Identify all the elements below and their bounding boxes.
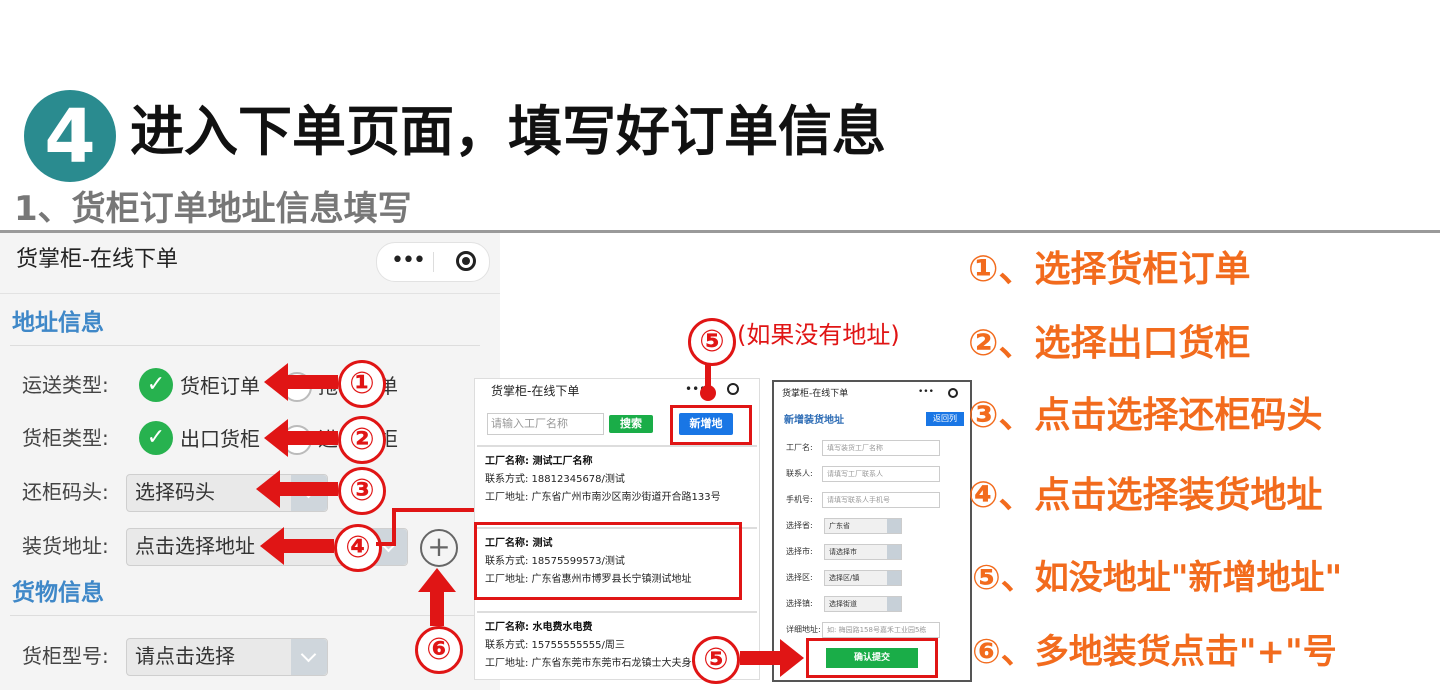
instruction-3: ③、点击选择还柜码头 bbox=[968, 395, 1323, 436]
title-bar-divider bbox=[0, 293, 500, 294]
contact-label: 联系人: bbox=[786, 469, 813, 478]
address-section-title: 地址信息 bbox=[12, 310, 104, 336]
container-model-select[interactable]: 请点击选择 bbox=[126, 638, 328, 676]
district-label: 选择区: bbox=[786, 573, 813, 582]
connector-line bbox=[392, 508, 396, 546]
container-model-label: 货柜型号: bbox=[22, 644, 109, 668]
container-model-value: 请点击选择 bbox=[135, 644, 235, 668]
phone-app-title: 货掌柜-在线下单 bbox=[16, 247, 178, 272]
container-type-export[interactable]: 出口货柜 bbox=[180, 425, 260, 453]
marker-5-bottom: ⑤ bbox=[692, 636, 740, 684]
check-icon[interactable]: ✓ bbox=[139, 421, 173, 455]
city-label: 选择市: bbox=[786, 547, 813, 556]
step-number-badge: 4 bbox=[24, 90, 116, 182]
section-divider bbox=[10, 615, 480, 616]
close-target-icon[interactable] bbox=[948, 388, 958, 398]
instruction-1: ①、选择货柜订单 bbox=[968, 249, 1251, 290]
arrow-left-icon bbox=[264, 419, 338, 457]
more-icon[interactable]: ••• bbox=[391, 247, 426, 275]
marker-3: ③ bbox=[338, 467, 386, 515]
factory-name: 工厂名称: 水电费水电费 bbox=[485, 622, 593, 633]
transport-type-label: 运送类型: bbox=[22, 373, 109, 397]
phone-input[interactable]: 请填写联系人手机号 bbox=[822, 492, 940, 508]
page-title: 进入下单页面，填写好订单信息 bbox=[130, 100, 886, 163]
section-divider bbox=[10, 345, 480, 346]
marker-5: ⑤ bbox=[688, 318, 736, 366]
section-subtitle: 1、货柜订单地址信息填写 bbox=[14, 189, 412, 229]
marker-2: ② bbox=[338, 416, 386, 464]
arrow-left-icon bbox=[256, 470, 338, 508]
capsule-divider bbox=[433, 252, 434, 272]
district-select[interactable]: 选择区/镇 bbox=[824, 570, 902, 586]
arrow-up-icon bbox=[430, 588, 444, 626]
loading-address-label: 装货地址: bbox=[22, 534, 109, 558]
highlight-box bbox=[474, 522, 742, 600]
no-address-note: (如果没有地址) bbox=[737, 321, 900, 349]
instruction-2: ②、选择出口货柜 bbox=[968, 323, 1251, 364]
province-label: 选择省: bbox=[786, 521, 813, 530]
arrow-left-icon bbox=[260, 527, 334, 565]
highlight-box bbox=[670, 405, 752, 445]
check-icon[interactable]: ✓ bbox=[139, 368, 173, 402]
search-button[interactable]: 搜索 bbox=[609, 415, 653, 433]
factory-name: 工厂名称: 测试工厂名称 bbox=[485, 456, 593, 467]
form-app-title: 货掌柜-在线下单 bbox=[782, 389, 849, 399]
highlight-box bbox=[806, 638, 938, 678]
contact-input[interactable]: 请填写工厂联系人 bbox=[822, 466, 940, 482]
transport-option-container[interactable]: 货柜订单 bbox=[180, 372, 260, 400]
detail-address-label: 详细地址: bbox=[786, 625, 821, 634]
factory-contact: 联系方式: 18812345678/测试 bbox=[485, 474, 625, 485]
return-dock-label: 还柜码头: bbox=[22, 480, 109, 504]
arrow-right-icon bbox=[740, 639, 804, 677]
instruction-6: ⑥、多地装货点击"+"号 bbox=[972, 632, 1337, 672]
list-app-title: 货掌柜-在线下单 bbox=[491, 384, 580, 398]
back-to-list-button[interactable]: 返回列 bbox=[926, 412, 964, 426]
factory-address: 工厂地址: 广东省广州市南沙区南沙街道开合路133号 bbox=[485, 492, 721, 503]
town-label: 选择镇: bbox=[786, 599, 813, 608]
city-select[interactable]: 请选择市 bbox=[824, 544, 902, 560]
add-address-button[interactable]: + bbox=[420, 529, 458, 567]
factory-name-input[interactable]: 填写装货工厂名称 bbox=[822, 440, 940, 456]
detail-address-input[interactable]: 如: 梅园路158号嘉禾工业园5栋 bbox=[822, 622, 940, 638]
arrow-left-icon bbox=[264, 363, 338, 401]
factory-search-input[interactable]: 请输入工厂名称 bbox=[487, 413, 604, 435]
arrow-up-head bbox=[418, 568, 456, 592]
connector-dot bbox=[700, 385, 716, 401]
container-type-label: 货柜类型: bbox=[22, 426, 109, 450]
miniprogram-capsule: ••• bbox=[376, 242, 490, 282]
instruction-4: ④、点击选择装货地址 bbox=[968, 475, 1323, 516]
factory-contact: 联系方式: 15755555555/周三 bbox=[485, 640, 625, 651]
instruction-5: ⑤、如没地址"新增地址" bbox=[972, 558, 1343, 598]
form-heading: 新增装货地址 bbox=[784, 415, 844, 426]
close-target-icon[interactable] bbox=[456, 251, 476, 271]
factory-name-label: 工厂名: bbox=[786, 443, 813, 452]
province-select[interactable]: 广东省 bbox=[824, 518, 902, 534]
marker-4: ④ bbox=[334, 524, 382, 572]
town-select[interactable]: 选择街道 bbox=[824, 596, 902, 612]
chevron-down-icon[interactable] bbox=[291, 639, 327, 675]
more-icon[interactable]: ••• bbox=[918, 386, 934, 398]
order-form-screenshot: 货掌柜-在线下单 ••• 地址信息 运送类型: ✓ 货柜订单 拖车订单 货柜类型… bbox=[0, 233, 500, 690]
phone-label: 手机号: bbox=[786, 495, 813, 504]
goods-section-title: 货物信息 bbox=[12, 580, 104, 606]
district-value: 选择区/镇 bbox=[829, 574, 860, 582]
return-dock-value: 选择码头 bbox=[135, 480, 215, 504]
list-item[interactable]: 工厂名称: 测试工厂名称 联系方式: 18812345678/测试 工厂地址: … bbox=[477, 445, 757, 527]
marker-6: ⑥ bbox=[415, 626, 463, 674]
province-value: 广东省 bbox=[829, 522, 850, 530]
new-address-form-screenshot: 货掌柜-在线下单 ••• 新增装货地址 返回列 工厂名: 填写装货工厂名称 联系… bbox=[772, 380, 972, 682]
factory-address: 工厂地址: 广东省东莞市东莞市石龙镇士大夫身份 bbox=[485, 658, 702, 669]
city-value: 请选择市 bbox=[829, 548, 857, 556]
marker-1: ① bbox=[338, 360, 386, 408]
loading-address-value: 点击选择地址 bbox=[135, 534, 255, 558]
close-target-icon[interactable] bbox=[727, 383, 739, 395]
town-value: 选择街道 bbox=[829, 600, 857, 608]
